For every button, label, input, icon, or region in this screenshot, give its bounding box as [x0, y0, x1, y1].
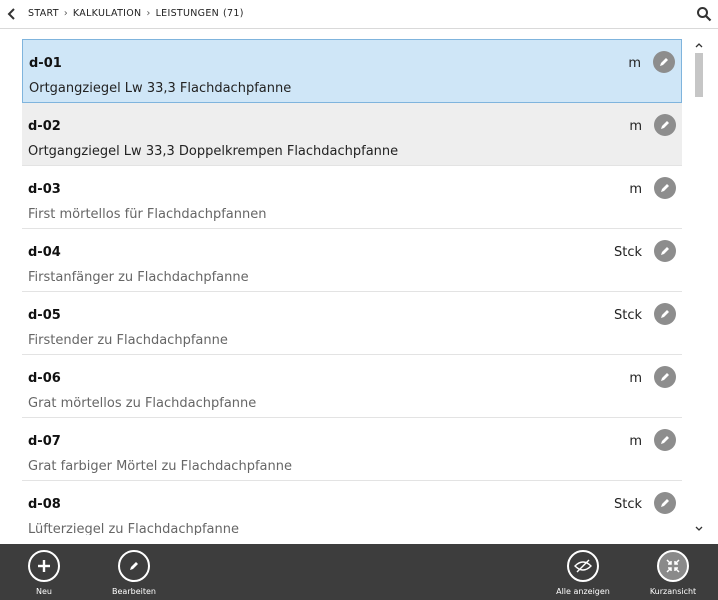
- back-button[interactable]: [4, 6, 20, 22]
- edit-item-button[interactable]: [654, 492, 676, 514]
- edit-item-button[interactable]: [654, 240, 676, 262]
- compact-view-button-circle: [657, 550, 689, 582]
- item-code: d-02: [28, 119, 61, 134]
- breadcrumb-leistungen: LEISTUNGEN: [155, 8, 220, 19]
- item-code: d-05: [28, 308, 61, 323]
- item-description: Grat farbiger Mörtel zu Flachdachpfanne: [28, 459, 292, 474]
- pencil-icon: [661, 247, 669, 255]
- scroll-down-button[interactable]: [692, 523, 706, 535]
- compact-view-button-label: Kurzansicht: [649, 587, 697, 596]
- new-button[interactable]: Neu: [14, 550, 74, 596]
- breadcrumb-separator: ›: [146, 8, 151, 19]
- item-description: Firstanfänger zu Flachdachpfanne: [28, 270, 249, 285]
- item-description: Ortgangziegel Lw 33,3 Doppelkrempen Flac…: [28, 144, 399, 159]
- chevron-down-icon: [695, 526, 703, 531]
- collapse-icon: [666, 559, 680, 573]
- chevron-up-icon: [695, 43, 703, 48]
- item-code: d-01: [29, 56, 62, 71]
- item-code: d-03: [28, 182, 61, 197]
- item-code: d-04: [28, 245, 61, 260]
- service-list: d-01 m Ortgangziegel Lw 33,3 Flachdachpf…: [22, 39, 682, 535]
- chevron-left-icon: [7, 8, 15, 20]
- list-item[interactable]: d-04 Stck Firstanfänger zu Flachdachpfan…: [22, 229, 682, 292]
- item-description: Grat mörtellos zu Flachdachpfanne: [28, 396, 257, 411]
- edit-button[interactable]: Bearbeiten: [104, 550, 164, 596]
- pencil-icon: [661, 184, 669, 192]
- header-bar: START › KALKULATION › LEISTUNGEN (71): [0, 0, 718, 29]
- item-code: d-08: [28, 497, 61, 512]
- search-button[interactable]: [696, 6, 712, 22]
- item-unit: m: [629, 371, 642, 386]
- scroll-up-button[interactable]: [692, 39, 706, 51]
- edit-button-label: Bearbeiten: [112, 587, 156, 596]
- breadcrumb-separator: ›: [63, 8, 68, 19]
- item-unit: m: [628, 56, 641, 71]
- pencil-icon: [660, 58, 668, 66]
- pencil-icon: [661, 373, 669, 381]
- list-item[interactable]: d-01 m Ortgangziegel Lw 33,3 Flachdachpf…: [22, 39, 682, 103]
- breadcrumb-kalkulation[interactable]: KALKULATION: [73, 8, 142, 19]
- item-unit: m: [629, 182, 642, 197]
- edit-item-button[interactable]: [654, 366, 676, 388]
- edit-item-button[interactable]: [654, 177, 676, 199]
- show-all-button-circle: [567, 550, 599, 582]
- item-unit: m: [629, 434, 642, 449]
- list-item[interactable]: d-08 Stck Lüfterziegel zu Flachdachpfann…: [22, 481, 682, 535]
- pencil-icon: [661, 121, 669, 129]
- list-item[interactable]: d-03 m First mörtellos für Flachdachpfan…: [22, 166, 682, 229]
- item-code: d-07: [28, 434, 61, 449]
- breadcrumb: START › KALKULATION › LEISTUNGEN (71): [28, 8, 244, 19]
- pencil-icon: [130, 562, 138, 570]
- eye-slash-icon: [574, 559, 592, 573]
- item-unit: m: [629, 119, 642, 134]
- plus-icon: [38, 560, 50, 572]
- item-description: First mörtellos für Flachdachpfannen: [28, 207, 267, 222]
- show-all-button-label: Alle anzeigen: [556, 587, 610, 596]
- edit-item-button[interactable]: [654, 303, 676, 325]
- breadcrumb-start[interactable]: START: [28, 8, 59, 19]
- item-unit: Stck: [613, 308, 642, 323]
- item-description: Firstender zu Flachdachpfanne: [28, 333, 228, 348]
- pencil-icon: [661, 499, 669, 507]
- compact-view-button[interactable]: Kurzansicht: [643, 550, 703, 596]
- pencil-icon: [661, 436, 669, 444]
- list-item[interactable]: d-07 m Grat farbiger Mörtel zu Flachdach…: [22, 418, 682, 481]
- list-item[interactable]: d-05 Stck Firstender zu Flachdachpfanne: [22, 292, 682, 355]
- new-button-circle: [28, 550, 60, 582]
- item-description: Ortgangziegel Lw 33,3 Flachdachpfanne: [29, 81, 292, 96]
- edit-item-button[interactable]: [654, 429, 676, 451]
- list-item[interactable]: d-02 m Ortgangziegel Lw 33,3 Doppelkremp…: [22, 103, 682, 166]
- edit-item-button[interactable]: [654, 114, 676, 136]
- item-unit: Stck: [613, 497, 642, 512]
- item-count: (71): [223, 8, 244, 19]
- new-button-label: Neu: [36, 587, 52, 596]
- show-all-button[interactable]: Alle anzeigen: [553, 550, 613, 596]
- list-item[interactable]: d-06 m Grat mörtellos zu Flachdachpfanne: [22, 355, 682, 418]
- item-unit: Stck: [613, 245, 642, 260]
- edit-item-button[interactable]: [653, 51, 675, 73]
- bottom-app-bar: Neu Bearbeiten Alle anzeigen Kurzansicht: [0, 544, 718, 600]
- item-code: d-06: [28, 371, 61, 386]
- pencil-icon: [661, 310, 669, 318]
- item-description: Lüfterziegel zu Flachdachpfanne: [28, 522, 239, 535]
- scroll-thumb[interactable]: [695, 53, 703, 97]
- edit-button-circle: [118, 550, 150, 582]
- search-icon: [697, 7, 712, 22]
- list-scrollbar[interactable]: [692, 39, 706, 535]
